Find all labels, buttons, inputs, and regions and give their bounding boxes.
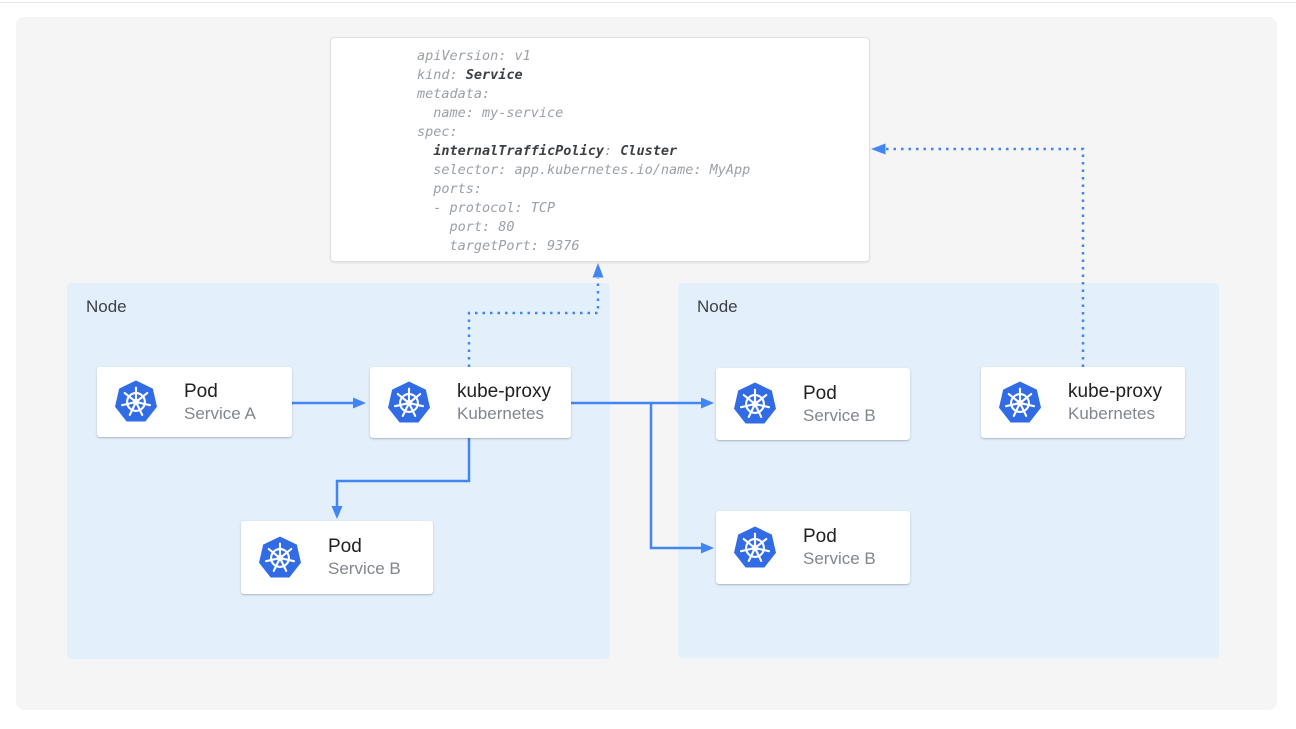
kubernetes-internal-traffic-policy-diagram: Node Node (0, 0, 1296, 729)
card-pod-service-a: Pod Service A (97, 367, 292, 437)
card-subtitle: Service A (184, 403, 256, 425)
card-title: Pod (184, 380, 256, 403)
card-title: kube-proxy (1068, 380, 1162, 403)
card-subtitle: Kubernetes (457, 403, 551, 425)
card-pod-service-b-right-lower: Pod Service B (716, 511, 910, 584)
node-label: Node (697, 297, 738, 317)
card-title: Pod (328, 535, 401, 558)
card-pod-service-b-left: Pod Service B (241, 521, 433, 594)
service-yaml-box: apiVersion: v1kind: Servicemetadata: nam… (330, 37, 870, 262)
service-yaml-code: apiVersion: v1kind: Servicemetadata: nam… (417, 47, 865, 256)
top-divider (0, 2, 1296, 3)
kubernetes-icon (113, 379, 159, 425)
kubernetes-icon (732, 525, 778, 571)
kubernetes-icon (386, 380, 432, 426)
card-subtitle: Service B (328, 558, 401, 580)
node-label: Node (86, 297, 127, 317)
card-title: Pod (803, 525, 876, 548)
card-kube-proxy-left: kube-proxy Kubernetes (370, 367, 571, 438)
card-subtitle: Kubernetes (1068, 403, 1162, 425)
kubernetes-icon (732, 381, 778, 427)
card-pod-service-b-right-upper: Pod Service B (716, 368, 910, 440)
card-subtitle: Service B (803, 548, 876, 570)
node-right: Node (678, 283, 1219, 658)
node-left: Node (67, 283, 610, 659)
card-title: Pod (803, 382, 876, 405)
card-subtitle: Service B (803, 405, 876, 427)
card-kube-proxy-right: kube-proxy Kubernetes (981, 367, 1185, 438)
kubernetes-icon (997, 380, 1043, 426)
card-title: kube-proxy (457, 380, 551, 403)
kubernetes-icon (257, 535, 303, 581)
